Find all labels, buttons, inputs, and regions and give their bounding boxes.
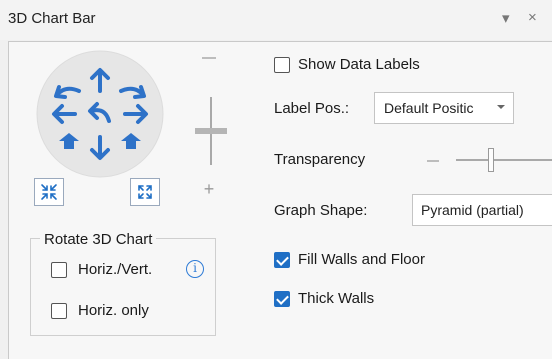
- transparency-track[interactable]: [456, 159, 552, 161]
- horiz-only-checkbox[interactable]: [51, 303, 67, 319]
- label-pos-dropdown[interactable]: Default Positic: [374, 92, 514, 124]
- transparency-minus-mark: [427, 160, 439, 162]
- zoom-in-mark: +: [203, 179, 215, 199]
- transparency-label: Transparency: [274, 151, 366, 168]
- horiz-vert-label: Horiz./Vert.: [78, 261, 153, 278]
- label-pos-value: Default Positic: [384, 100, 474, 116]
- chevron-down-icon: [497, 105, 505, 109]
- label-pos-label: Label Pos.:: [274, 100, 350, 117]
- info-icon[interactable]: i: [186, 260, 204, 278]
- zoom-out-mark: [202, 57, 216, 59]
- fill-walls-label: Fill Walls and Floor: [298, 251, 425, 268]
- close-button[interactable]: ×: [528, 9, 537, 26]
- rotate-3d-group: [30, 238, 216, 336]
- graph-shape-dropdown[interactable]: Pyramid (partial): [412, 194, 552, 226]
- window-title: 3D Chart Bar: [8, 10, 96, 27]
- show-data-labels-label: Show Data Labels: [298, 56, 420, 73]
- shrink-arrows-icon: [41, 184, 57, 200]
- thick-walls-checkbox[interactable]: [274, 291, 290, 307]
- graph-shape-label: Graph Shape:: [274, 202, 368, 219]
- zoom-thumb[interactable]: [195, 128, 227, 134]
- horiz-vert-checkbox[interactable]: [51, 262, 67, 278]
- expand-button[interactable]: [130, 178, 160, 206]
- panel-menu-button[interactable]: ▾: [502, 9, 510, 27]
- title-bar: 3D Chart Bar ▾ ×: [0, 0, 552, 40]
- thick-walls-label: Thick Walls: [298, 290, 375, 307]
- transparency-thumb[interactable]: [488, 148, 494, 172]
- rotation-wheel: [36, 50, 164, 178]
- show-data-labels-checkbox[interactable]: [274, 57, 290, 73]
- expand-arrows-icon: [138, 185, 152, 199]
- rotate-3d-group-title: Rotate 3D Chart: [40, 231, 157, 248]
- fill-walls-checkbox[interactable]: [274, 252, 290, 268]
- graph-shape-value: Pyramid (partial): [421, 202, 524, 218]
- shrink-button[interactable]: [34, 178, 64, 206]
- horiz-only-label: Horiz. only: [78, 302, 149, 319]
